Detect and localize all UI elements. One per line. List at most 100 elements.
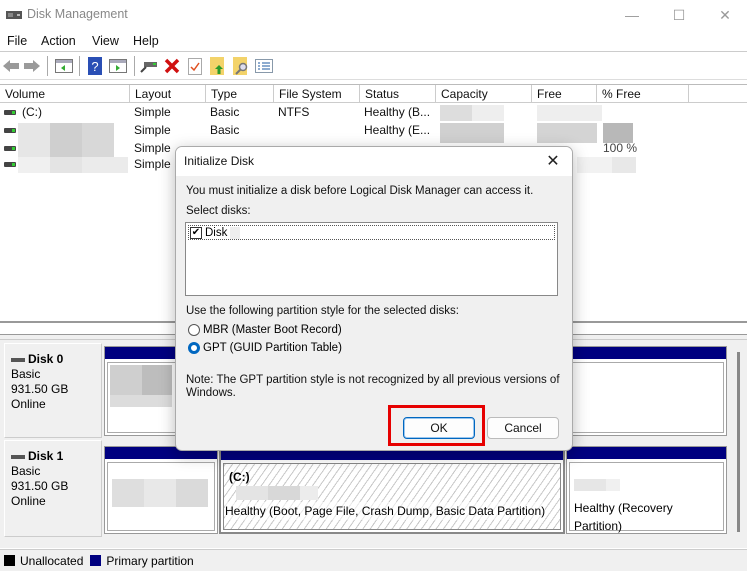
cell-layout: Simple <box>134 157 171 171</box>
disk-name: Disk 0 <box>28 352 64 366</box>
disk-management-window: Disk Management — ☐ ✕ File Action View H… <box>0 0 747 571</box>
redacted-region <box>112 479 144 507</box>
help-icon[interactable]: ? <box>86 57 104 75</box>
dialog-title: Initialize Disk <box>184 154 255 168</box>
partition-body <box>107 462 215 531</box>
window-title: Disk Management <box>27 7 128 21</box>
redacted-region <box>50 157 82 173</box>
redacted-region <box>472 105 504 121</box>
partition-status: Healthy (Boot, Page File, Crash Dump, Ba… <box>225 502 546 520</box>
disk-0-label[interactable]: Disk 0 Basic 931.50 GB Online <box>4 343 102 438</box>
close-window-button[interactable]: ✕ <box>702 0 747 30</box>
menu-bar: File Action View Help <box>0 30 747 52</box>
disk-type: Basic <box>11 464 41 478</box>
menu-file[interactable]: File <box>7 34 27 48</box>
disk-checkbox[interactable]: ✔ <box>190 226 202 239</box>
minimize-button[interactable]: — <box>609 0 655 30</box>
column-header-percent-free[interactable]: % Free <box>597 85 689 103</box>
disk-state: Online <box>11 494 46 508</box>
disk-state: Online <box>11 397 46 411</box>
redacted-region <box>142 365 172 395</box>
redacted-region <box>603 123 633 143</box>
cancel-button[interactable]: Cancel <box>487 417 559 439</box>
partition-style-label: Use the following partition style for th… <box>186 305 459 317</box>
dialog-close-button[interactable]: ✕ <box>542 150 564 172</box>
delete-icon[interactable] <box>163 57 181 75</box>
disk-select-list[interactable]: ✔ Disk <box>185 222 558 296</box>
redacted-region <box>577 157 612 173</box>
partition-label: (C:) <box>229 470 250 484</box>
column-header-file-system[interactable]: File System <box>274 85 360 103</box>
column-header-layout[interactable]: Layout <box>130 85 206 103</box>
redacted-region <box>537 105 602 121</box>
redacted-region <box>110 395 172 407</box>
redacted-region <box>18 123 50 159</box>
show-hide-action-pane-icon[interactable] <box>109 57 127 75</box>
disk-item-label: Disk <box>205 226 228 239</box>
disk-1-label[interactable]: Disk 1 Basic 931.50 GB Online <box>4 440 102 537</box>
title-bar: Disk Management — ☐ ✕ <box>0 0 747 30</box>
cell-volume: (C:) <box>22 105 42 119</box>
column-header-free-space[interactable]: Free Spa... <box>532 85 597 119</box>
forward-arrow-icon[interactable] <box>23 57 41 75</box>
volume-icon <box>4 110 16 115</box>
legend: Unallocated Primary partition <box>0 549 747 571</box>
partition-status: Healthy (Recovery Partition) <box>574 501 673 533</box>
disk-1-partition-efi[interactable] <box>104 446 218 534</box>
primary-partition-bar <box>567 447 726 459</box>
cell-layout: Simple <box>134 141 171 155</box>
redacted-region <box>606 479 620 491</box>
disk-type: Basic <box>11 367 41 381</box>
column-header-capacity[interactable]: Capacity <box>436 85 532 103</box>
redacted-region <box>110 365 142 395</box>
cell-file-system: NTFS <box>278 105 310 119</box>
show-hide-console-tree-icon[interactable] <box>55 57 73 75</box>
redacted-region <box>50 123 82 159</box>
menu-action[interactable]: Action <box>41 34 76 48</box>
disk-size: 931.50 GB <box>11 479 69 493</box>
disk-list-item[interactable]: ✔ Disk <box>188 225 555 240</box>
maximize-button[interactable]: ☐ <box>656 0 702 30</box>
column-header-status[interactable]: Status <box>360 85 436 103</box>
connect-drive-icon[interactable] <box>140 57 158 75</box>
cell-type: Basic <box>210 105 240 119</box>
redacted-region <box>236 486 268 500</box>
menu-help[interactable]: Help <box>133 34 159 48</box>
redacted-region <box>144 479 176 507</box>
select-disks-label: Select disks: <box>186 205 251 217</box>
volume-icon <box>4 146 16 151</box>
mbr-radio[interactable] <box>188 324 200 336</box>
gpt-note-cont: Windows. <box>186 387 236 399</box>
initialize-disk-dialog: Initialize Disk ✕ You must initialize a … <box>175 146 573 451</box>
import-folder-icon[interactable] <box>209 57 227 75</box>
redacted-region <box>537 123 597 143</box>
dialog-title-bar: Initialize Disk ✕ <box>176 147 572 176</box>
cell-type: Basic <box>210 123 240 137</box>
legend-unallocated: Unallocated <box>20 553 84 568</box>
mbr-label: MBR (Master Boot Record) <box>203 324 342 336</box>
vertical-scrollbar[interactable] <box>737 352 740 532</box>
gpt-note: Note: The GPT partition style is not rec… <box>186 374 560 386</box>
cell-status: Healthy (E... <box>364 123 431 137</box>
toolbar: ? <box>0 52 747 80</box>
column-header-volume[interactable]: Volume <box>0 85 130 103</box>
list-icon[interactable] <box>255 57 273 75</box>
back-arrow-icon[interactable] <box>2 57 20 75</box>
gpt-label: GPT (GUID Partition Table) <box>203 342 342 354</box>
redacted-region <box>82 157 128 173</box>
disk-1-partition-c[interactable]: (C:) Healthy (Boot, Page File, Crash Dum… <box>219 446 565 534</box>
column-header-type[interactable]: Type <box>206 85 274 103</box>
minimize-icon: — <box>625 7 639 23</box>
disk-1-partition-recovery[interactable]: Healthy (Recovery Partition) <box>566 446 727 534</box>
redacted-region <box>440 105 472 121</box>
close-icon: ✕ <box>719 6 731 23</box>
gpt-radio[interactable] <box>188 342 200 354</box>
search-icon[interactable] <box>232 57 250 75</box>
menu-view[interactable]: View <box>92 34 119 48</box>
properties-icon[interactable] <box>186 57 204 75</box>
column-header-empty <box>689 85 747 103</box>
legend-primary-partition: Primary partition <box>106 553 194 568</box>
mbr-option[interactable]: MBR (Master Boot Record) <box>188 324 342 336</box>
volume-icon <box>4 162 16 167</box>
gpt-option[interactable]: GPT (GUID Partition Table) <box>188 342 342 354</box>
